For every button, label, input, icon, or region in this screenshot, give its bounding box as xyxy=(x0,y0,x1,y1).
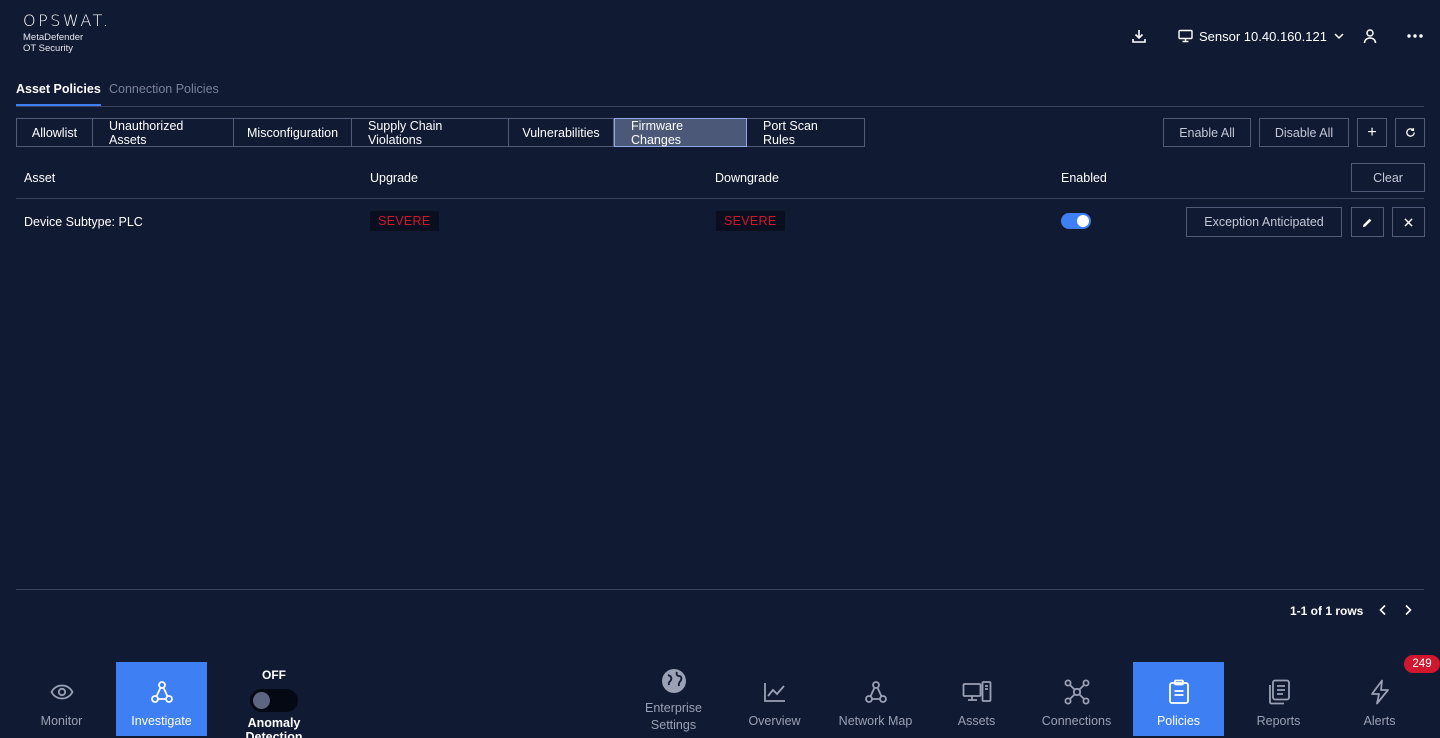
anomaly-detection-toggle[interactable] xyxy=(250,689,298,712)
nav-network-map-label: Network Map xyxy=(838,714,913,728)
nav-enterprise-label-line2: Settings xyxy=(650,718,697,732)
nav-alerts[interactable]: Alerts xyxy=(1334,662,1425,736)
nav-enterprise-label: Enterprise Settings xyxy=(645,700,702,734)
column-header-upgrade: Upgrade xyxy=(370,171,418,185)
policy-type-tabs: Asset Policies Connection Policies xyxy=(16,74,1424,107)
logo-product-line2: OT Security xyxy=(23,43,73,54)
nav-policies-label: Policies xyxy=(1156,714,1201,728)
tab-firmware-changes[interactable]: Firmware Changes xyxy=(614,118,747,147)
close-icon xyxy=(1404,217,1413,227)
clipboard-icon xyxy=(1168,677,1190,707)
tab-unauthorized-assets[interactable]: Unauthorized Assets xyxy=(93,118,234,147)
refresh-button[interactable] xyxy=(1395,118,1425,147)
investigate-icon xyxy=(150,677,174,707)
policy-category-tabs: Allowlist Unauthorized Assets Misconfigu… xyxy=(16,118,865,147)
clear-button[interactable]: Clear xyxy=(1351,163,1425,192)
nav-investigate[interactable]: Investigate xyxy=(116,662,207,736)
more-icon[interactable] xyxy=(1407,26,1423,46)
user-icon[interactable] xyxy=(1362,26,1378,46)
anomaly-detection-control: OFF Anomaly Detection xyxy=(224,668,324,738)
tab-vulnerabilities[interactable]: Vulnerabilities xyxy=(509,118,614,147)
nav-overview[interactable]: Overview xyxy=(729,662,820,736)
prev-page-icon[interactable] xyxy=(1376,603,1390,617)
tab-connection-policies[interactable]: Connection Policies xyxy=(109,82,219,104)
toggle-knob xyxy=(253,692,270,709)
nav-assets-label: Assets xyxy=(957,714,996,728)
nav-policies[interactable]: Policies xyxy=(1133,662,1224,736)
tab-port-scan-rules[interactable]: Port Scan Rules xyxy=(747,118,865,147)
upgrade-severity-badge: SEVERE xyxy=(370,211,439,231)
tab-supply-chain-violations[interactable]: Supply Chain Violations xyxy=(352,118,509,147)
nav-connections-label: Connections xyxy=(1041,714,1112,728)
refresh-icon xyxy=(1405,127,1416,138)
anomaly-detection-label: Anomaly Detection xyxy=(245,716,303,738)
devices-icon xyxy=(962,677,992,707)
tab-misconfiguration[interactable]: Misconfiguration xyxy=(234,118,352,147)
reports-icon xyxy=(1267,677,1291,707)
table-footer-divider xyxy=(16,589,1424,590)
table-header-divider xyxy=(16,198,1424,199)
nav-network-map[interactable]: Network Map xyxy=(830,662,921,736)
network-icon xyxy=(864,677,888,707)
logo-product-line1: MetaDefender xyxy=(23,32,84,43)
exception-anticipated-button[interactable]: Exception Anticipated xyxy=(1186,207,1342,237)
nav-monitor-label: Monitor xyxy=(40,714,83,728)
column-header-asset: Asset xyxy=(24,171,56,185)
opswat-logo: OPSWAT. MetaDefender OT Security xyxy=(23,11,111,55)
downgrade-severity-badge: SEVERE xyxy=(716,211,785,231)
eye-icon xyxy=(49,677,74,707)
nav-assets[interactable]: Assets xyxy=(931,662,1022,736)
nav-investigate-label: Investigate xyxy=(131,714,192,728)
lightning-icon xyxy=(1369,677,1391,707)
nav-enterprise-settings[interactable]: Enterprise Settings xyxy=(628,662,719,736)
bottom-navigation: Monitor Investigate OFF Anomaly Detectio… xyxy=(0,640,1440,738)
nav-enterprise-label-line1: Enterprise xyxy=(645,701,702,715)
disable-all-button[interactable]: Disable All xyxy=(1259,118,1349,147)
pagination-info: 1-1 of 1 rows xyxy=(1290,604,1364,618)
edit-button[interactable] xyxy=(1351,207,1384,237)
tab-allowlist[interactable]: Allowlist xyxy=(16,118,93,147)
next-page-icon[interactable] xyxy=(1401,603,1415,617)
logo-wordmark: OPSWAT. xyxy=(23,11,111,30)
column-header-enabled: Enabled xyxy=(1061,171,1107,185)
anomaly-state: OFF xyxy=(262,668,286,682)
chevron-down-icon xyxy=(1333,30,1345,42)
add-button[interactable]: + xyxy=(1357,118,1387,147)
download-icon[interactable] xyxy=(1131,26,1147,46)
nav-alerts-label: Alerts xyxy=(1363,714,1396,728)
nav-connections[interactable]: Connections xyxy=(1031,662,1122,736)
tab-asset-policies[interactable]: Asset Policies xyxy=(16,82,101,106)
asset-cell: Device Subtype: PLC xyxy=(24,215,143,229)
sensor-label: Sensor 10.40.160.121 xyxy=(1199,28,1327,44)
enabled-toggle[interactable] xyxy=(1061,213,1091,229)
delete-button[interactable] xyxy=(1392,207,1425,237)
nav-reports-label: Reports xyxy=(1256,714,1301,728)
globe-icon xyxy=(661,666,687,696)
sensor-selector[interactable]: Sensor 10.40.160.121 xyxy=(1178,26,1345,46)
nav-monitor[interactable]: Monitor xyxy=(16,662,107,736)
enable-all-button[interactable]: Enable All xyxy=(1163,118,1251,147)
nav-overview-label: Overview xyxy=(748,714,801,728)
alerts-count-badge: 249 xyxy=(1404,655,1440,673)
chart-line-icon xyxy=(763,677,787,707)
toggle-knob xyxy=(1077,215,1089,227)
nav-reports[interactable]: Reports xyxy=(1233,662,1324,736)
connections-icon xyxy=(1064,677,1090,707)
monitor-icon xyxy=(1178,29,1193,43)
column-header-downgrade: Downgrade xyxy=(715,171,779,185)
pencil-icon xyxy=(1362,217,1373,228)
